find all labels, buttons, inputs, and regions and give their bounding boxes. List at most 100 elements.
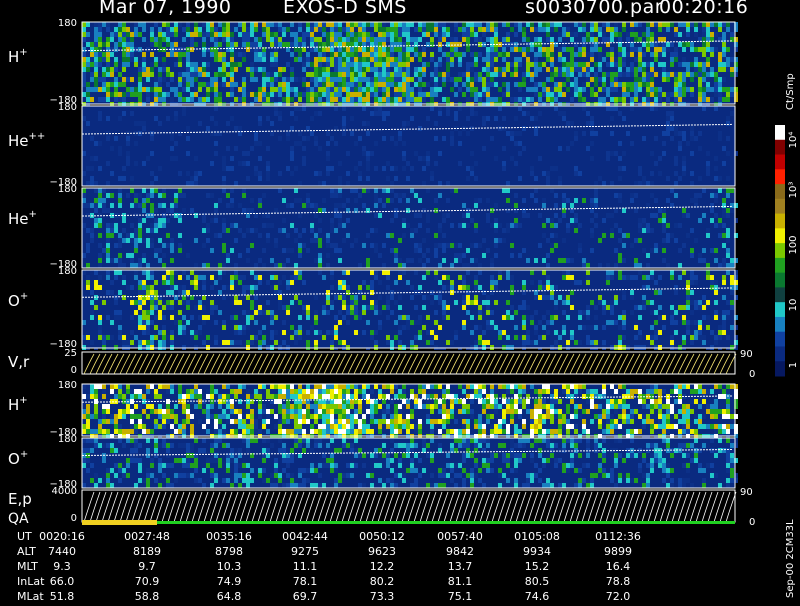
spectrogram-cell	[506, 335, 510, 340]
spectrogram-cell	[314, 67, 318, 72]
spectrogram-cell	[422, 263, 426, 268]
spectrogram-cell	[98, 97, 102, 102]
spectrogram-cell	[378, 32, 382, 37]
spectrogram-cell	[594, 72, 598, 77]
spectrogram-cell	[538, 320, 542, 325]
spectrogram-cell	[114, 136, 118, 141]
spectrogram-cell	[82, 116, 86, 121]
spectrogram-cell	[438, 62, 442, 67]
spectrogram-cell	[470, 243, 474, 248]
spectrogram-cell	[306, 340, 310, 345]
spectrogram-cell	[250, 335, 254, 340]
spectrogram-cell	[362, 243, 366, 248]
spectrogram-cell	[578, 223, 582, 228]
spectrogram-cell	[122, 275, 126, 280]
spectrogram-cell	[514, 37, 518, 42]
spectrogram-cell	[278, 57, 282, 62]
spectrogram-cell	[638, 305, 642, 310]
spectrogram-cell	[282, 198, 286, 203]
spectrogram-cell	[206, 22, 210, 27]
spectrogram-cell	[382, 270, 386, 275]
spectrogram-cell	[418, 285, 422, 290]
spectrogram-cell	[438, 300, 442, 305]
spectrogram-cell	[134, 310, 138, 315]
spectrogram-cell	[286, 27, 290, 32]
spectrogram-cell	[586, 310, 590, 315]
spectrogram-cell	[114, 82, 118, 87]
spectrogram-cell	[274, 22, 278, 27]
spectrogram-cell	[154, 146, 158, 151]
spectrogram-cell	[198, 97, 202, 102]
spectrogram-cell	[202, 62, 206, 67]
spectrogram-cell	[454, 27, 458, 32]
spectrogram-cell	[618, 67, 622, 72]
spectrogram-cell	[318, 218, 322, 223]
spectrogram-cell	[402, 121, 406, 126]
spectrogram-cell	[558, 193, 562, 198]
spectrogram-cell	[694, 238, 698, 243]
spectrogram-cell	[182, 330, 186, 335]
spectrogram-cell	[502, 57, 506, 62]
spectrogram-cell	[670, 92, 674, 97]
spectrogram-cell	[354, 315, 358, 320]
spectrogram-cell	[146, 335, 150, 340]
spectrogram-cell	[318, 52, 322, 57]
spectrogram-cell	[282, 27, 286, 32]
spectrogram-cell	[98, 141, 102, 146]
spectrogram-cell	[394, 335, 398, 340]
spectrogram-cell	[286, 233, 290, 238]
spectrogram-cell	[262, 263, 266, 268]
spectrogram-cell	[118, 188, 122, 193]
spectrogram-cell	[322, 181, 326, 186]
spectrogram-cell	[194, 176, 198, 181]
spectrogram-cell	[562, 72, 566, 77]
spectrogram-cell	[474, 57, 478, 62]
spectrogram-cell	[398, 37, 402, 42]
spectrogram-cell	[606, 87, 610, 92]
spectrogram-cell	[550, 248, 554, 253]
spectrogram-cell	[674, 146, 678, 151]
spectrogram-cell	[182, 97, 186, 102]
spectrogram-cell	[650, 106, 654, 111]
spectrogram-cell	[290, 22, 294, 27]
spectrogram-cell	[226, 146, 230, 151]
spectrogram-cell	[554, 106, 558, 111]
spectrogram-cell	[362, 253, 366, 258]
spectrogram-cell	[274, 32, 278, 37]
spectrogram-cell	[366, 92, 370, 97]
spectrogram-cell	[698, 146, 702, 151]
spectrogram-cell	[82, 57, 86, 62]
spectrogram-cell	[598, 97, 602, 102]
spectrogram-cell	[530, 171, 534, 176]
spectrogram-cell	[562, 87, 566, 92]
panel-he-plus-plus: 180−180He++	[8, 102, 738, 188]
spectrogram-cell	[110, 47, 114, 52]
spectrogram-cell	[374, 305, 378, 310]
spectrogram-cell	[370, 310, 374, 315]
spectrogram-cell	[534, 310, 538, 315]
spectrogram-cell	[590, 233, 594, 238]
spectrogram-cell	[86, 285, 90, 290]
spectrogram-cell	[706, 213, 710, 218]
spectrogram-cell	[682, 57, 686, 62]
spectrogram-cell	[438, 37, 442, 42]
spectrogram-cell	[138, 223, 142, 228]
spectrogram-cell	[250, 121, 254, 126]
spectrogram-cell	[334, 315, 338, 320]
spectrogram-cell	[714, 156, 718, 161]
spectrogram-cell	[586, 111, 590, 116]
spectrogram-cell	[190, 315, 194, 320]
spectrogram-cell	[366, 22, 370, 27]
spectrogram-cell	[698, 193, 702, 198]
spectrogram-cell	[478, 92, 482, 97]
spectrogram-cell	[310, 238, 314, 243]
spectrogram-cell	[118, 151, 122, 156]
spectrogram-cell	[518, 310, 522, 315]
spectrogram-cell	[570, 141, 574, 146]
spectrogram-cell	[362, 285, 366, 290]
spectrogram-cell	[518, 97, 522, 102]
spectrogram-cell	[554, 223, 558, 228]
spectrogram-cell	[646, 141, 650, 146]
spectrogram-cell	[398, 72, 402, 77]
spectrogram-cell	[118, 290, 122, 295]
